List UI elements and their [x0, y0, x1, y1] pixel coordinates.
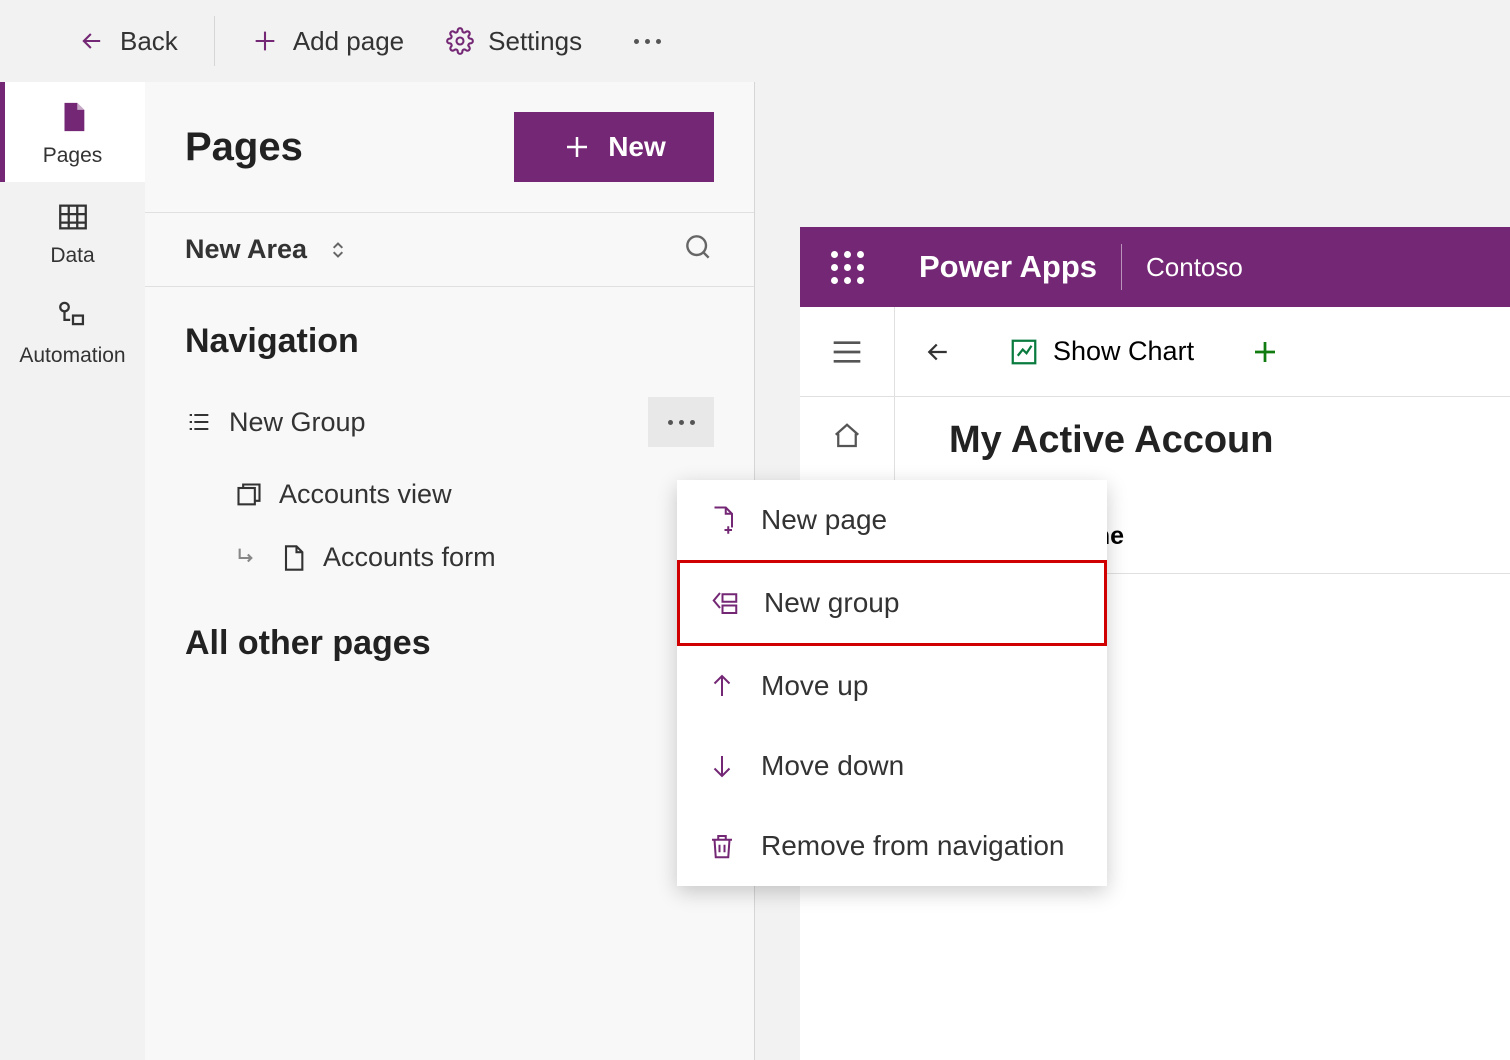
new-page-icon: [707, 505, 737, 535]
new-button-label: New: [608, 131, 666, 163]
arrow-up-icon: [707, 671, 737, 701]
list-icon: [185, 408, 213, 436]
hamburger-button[interactable]: [800, 307, 895, 396]
dot-icon: [668, 420, 673, 425]
arrow-down-icon: [707, 751, 737, 781]
form-icon: [279, 544, 307, 572]
gear-icon: [446, 27, 474, 55]
back-label: Back: [120, 26, 178, 57]
preview-org-name: Contoso: [1122, 252, 1267, 283]
add-page-label: Add page: [293, 26, 404, 57]
home-icon: [832, 421, 862, 451]
subitem-arrow-icon: [235, 544, 263, 572]
views-icon: [235, 481, 263, 509]
area-selector[interactable]: New Area: [185, 234, 351, 265]
preview-app-name: Power Apps: [895, 249, 1121, 285]
dot-icon: [656, 39, 661, 44]
ctx-move-up[interactable]: Move up: [677, 646, 1107, 726]
plus-icon: [251, 27, 279, 55]
arrow-left-icon: [923, 337, 953, 367]
nav-item-label: Accounts view: [279, 479, 452, 510]
other-pages-section-title: All other pages: [145, 589, 754, 683]
search-icon: [682, 231, 714, 263]
view-heading: My Active Accoun: [949, 419, 1510, 462]
rail-pages-label: Pages: [43, 144, 103, 168]
page-icon: [56, 100, 90, 134]
area-name: New Area: [185, 234, 307, 265]
rail-data-label: Data: [50, 244, 94, 268]
nav-item-accounts-form[interactable]: Accounts form: [145, 526, 754, 589]
pages-panel: Pages New New Area Navigation New Group …: [145, 82, 755, 1060]
top-toolbar: Back Add page Settings: [0, 0, 1510, 82]
back-arrow-button[interactable]: [895, 337, 981, 367]
new-record-button[interactable]: [1222, 337, 1308, 367]
nav-item-accounts-view[interactable]: Accounts view: [145, 463, 754, 526]
ctx-new-page[interactable]: New page: [677, 480, 1107, 560]
settings-label: Settings: [488, 26, 582, 57]
waffle-icon: [831, 251, 864, 284]
arrow-left-icon: [78, 27, 106, 55]
dot-icon: [679, 420, 684, 425]
area-row: New Area: [145, 212, 754, 287]
pages-header: Pages New: [145, 82, 754, 212]
plus-icon: [1250, 337, 1280, 367]
trash-icon: [707, 831, 737, 861]
back-button[interactable]: Back: [60, 16, 196, 67]
toolbar-divider: [214, 16, 215, 66]
dot-icon: [645, 39, 650, 44]
left-rail: Pages Data Automation: [0, 82, 145, 1060]
ctx-label: Move down: [761, 750, 904, 782]
navigation-section-title: Navigation: [145, 287, 754, 381]
waffle-button[interactable]: [800, 251, 895, 284]
rail-item-data[interactable]: Data: [0, 182, 145, 282]
rail-automation-label: Automation: [19, 344, 125, 368]
nav-item-overflow-button[interactable]: [648, 397, 714, 447]
show-chart-button[interactable]: Show Chart: [981, 336, 1222, 367]
add-page-button[interactable]: Add page: [233, 16, 422, 67]
rail-item-pages[interactable]: Pages: [0, 82, 145, 182]
new-group-icon: [710, 588, 740, 618]
ctx-label: Move up: [761, 670, 868, 702]
pages-title: Pages: [185, 125, 303, 170]
ctx-label: New group: [764, 587, 899, 619]
plus-icon: [562, 132, 592, 162]
preview-subbar: Show Chart: [800, 307, 1510, 397]
ctx-remove[interactable]: Remove from navigation: [677, 806, 1107, 886]
ctx-new-group[interactable]: New group: [677, 560, 1107, 646]
nav-item-label: Accounts form: [323, 542, 496, 573]
rail-item-automation[interactable]: Automation: [0, 282, 145, 382]
hamburger-icon: [831, 340, 863, 364]
context-menu: New page New group Move up Move down Rem…: [677, 480, 1107, 886]
table-icon: [56, 200, 90, 234]
nav-item-new-group[interactable]: New Group: [145, 381, 754, 463]
new-button[interactable]: New: [514, 112, 714, 182]
search-button[interactable]: [682, 231, 714, 268]
show-chart-label: Show Chart: [1053, 336, 1194, 367]
settings-button[interactable]: Settings: [428, 16, 600, 67]
automation-icon: [56, 300, 90, 334]
ctx-label: Remove from navigation: [761, 830, 1064, 862]
dot-icon: [634, 39, 639, 44]
sort-arrows-icon: [325, 237, 351, 263]
preview-topbar: Power Apps Contoso: [800, 227, 1510, 307]
toolbar-overflow-button[interactable]: [624, 29, 671, 54]
ctx-label: New page: [761, 504, 887, 536]
chart-icon: [1009, 337, 1039, 367]
nav-item-label: New Group: [229, 407, 366, 438]
ctx-move-down[interactable]: Move down: [677, 726, 1107, 806]
dot-icon: [690, 420, 695, 425]
